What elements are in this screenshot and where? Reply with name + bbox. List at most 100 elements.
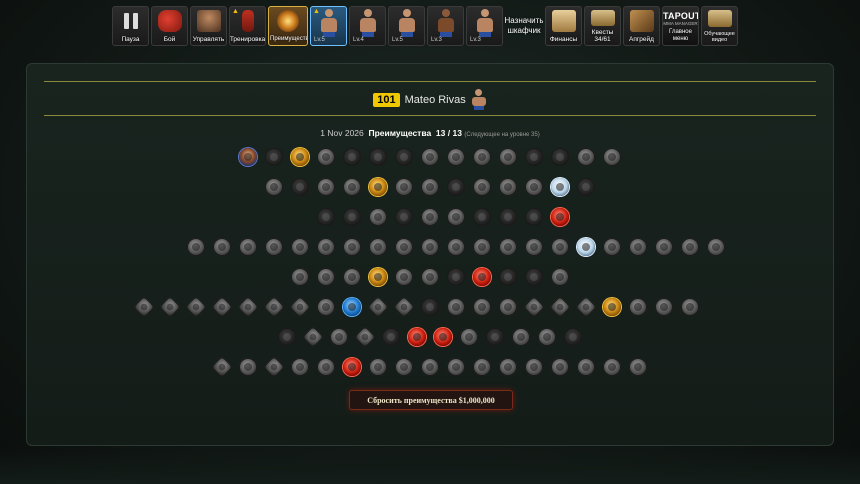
perk-icon[interactable] [447,358,465,376]
pause-button[interactable]: Пауза [112,6,149,46]
perk-icon[interactable] [564,328,582,346]
perk-icon[interactable] [330,328,348,346]
perk-icon[interactable] [525,148,543,166]
perk-icon[interactable] [447,178,465,196]
perk-icon[interactable] [317,208,335,226]
perk-icon[interactable] [577,148,595,166]
perk-icon[interactable] [447,208,465,226]
perk-icon[interactable] [486,328,504,346]
perk-icon[interactable] [551,268,569,286]
perk-icon[interactable] [447,298,465,316]
perk-icon[interactable] [551,208,569,226]
perk-icon[interactable] [317,148,335,166]
fighter-slot-1[interactable]: ▲ Lv.5 [310,6,347,46]
perk-icon[interactable] [707,238,725,256]
perk-icon[interactable] [575,296,597,318]
perk-icon[interactable] [551,178,569,196]
training-button[interactable]: ▲ Тренировка [229,6,266,46]
perk-icon[interactable] [159,296,181,318]
perk-icon[interactable] [302,326,324,348]
perk-icon[interactable] [473,148,491,166]
perk-icon[interactable] [265,178,283,196]
perk-icon[interactable] [263,296,285,318]
perk-icon[interactable] [395,178,413,196]
perk-icon[interactable] [603,148,621,166]
perk-icon[interactable] [187,238,205,256]
perk-icon[interactable] [447,268,465,286]
perk-icon[interactable] [343,298,361,316]
perk-icon[interactable] [317,238,335,256]
perk-icon[interactable] [499,298,517,316]
fight-button[interactable]: Бой [151,6,188,46]
perk-icon[interactable] [577,358,595,376]
perk-icon[interactable] [447,238,465,256]
perk-icon[interactable] [629,298,647,316]
perk-icon[interactable] [499,268,517,286]
upgrade-button[interactable]: Апгрейд [623,6,660,46]
perk-icon[interactable] [603,358,621,376]
perk-icon[interactable] [629,358,647,376]
perk-icon[interactable] [421,238,439,256]
perk-icon[interactable] [655,298,673,316]
perk-icon[interactable] [265,238,283,256]
tutorial-video-button[interactable]: Обучающее видео [701,6,738,46]
perk-icon[interactable] [291,238,309,256]
perk-icon[interactable] [369,148,387,166]
fighter-slot-2[interactable]: Lv.4 [349,6,386,46]
perk-icon[interactable] [395,148,413,166]
fighter-slot-5[interactable]: Lv.3 [466,6,503,46]
perk-icon[interactable] [395,268,413,286]
perk-icon[interactable] [473,298,491,316]
perk-icon[interactable] [265,148,283,166]
perk-icon[interactable] [603,298,621,316]
perk-icon[interactable] [525,238,543,256]
perk-icon[interactable] [133,296,155,318]
perk-icon[interactable] [538,328,556,346]
perk-icon[interactable] [473,238,491,256]
perk-icon[interactable] [213,238,231,256]
perk-icon[interactable] [473,178,491,196]
perk-icon[interactable] [460,328,478,346]
perk-icon[interactable] [369,358,387,376]
perk-icon[interactable] [421,208,439,226]
perk-icon[interactable] [393,296,415,318]
perk-icon[interactable] [343,178,361,196]
perk-icon[interactable] [473,358,491,376]
perk-icon[interactable] [434,328,452,346]
manage-button[interactable]: Управлять [190,6,227,46]
perk-icon[interactable] [239,238,257,256]
perk-icon[interactable] [239,148,257,166]
perk-icon[interactable] [291,148,309,166]
perk-icon[interactable] [343,148,361,166]
perk-icon[interactable] [421,178,439,196]
perk-icon[interactable] [408,328,426,346]
perk-icon[interactable] [499,208,517,226]
perk-icon[interactable] [343,268,361,286]
perk-icon[interactable] [421,148,439,166]
assign-locker-button[interactable]: Назначить шкафчик [505,6,543,46]
perk-icon[interactable] [421,298,439,316]
main-menu-button[interactable]: TAPOUT MMA MANAGER Главное меню [662,6,699,46]
perk-icon[interactable] [421,268,439,286]
perk-icon[interactable] [525,178,543,196]
perk-icon[interactable] [239,358,257,376]
perk-icon[interactable] [291,268,309,286]
perk-icon[interactable] [681,298,699,316]
perk-icon[interactable] [354,326,376,348]
perk-icon[interactable] [289,296,311,318]
perk-icon[interactable] [447,148,465,166]
reset-perks-button[interactable]: Сбросить преимущества $1,000,000 [349,390,513,410]
perk-icon[interactable] [343,238,361,256]
perk-icon[interactable] [395,358,413,376]
perk-icon[interactable] [211,296,233,318]
perk-icon[interactable] [317,358,335,376]
perk-icon[interactable] [382,328,400,346]
perk-icon[interactable] [317,178,335,196]
perk-icon[interactable] [421,358,439,376]
perk-icon[interactable] [343,208,361,226]
perk-icon[interactable] [551,148,569,166]
perk-icon[interactable] [317,268,335,286]
perk-icon[interactable] [291,178,309,196]
perk-icon[interactable] [512,328,530,346]
perk-icon[interactable] [577,238,595,256]
